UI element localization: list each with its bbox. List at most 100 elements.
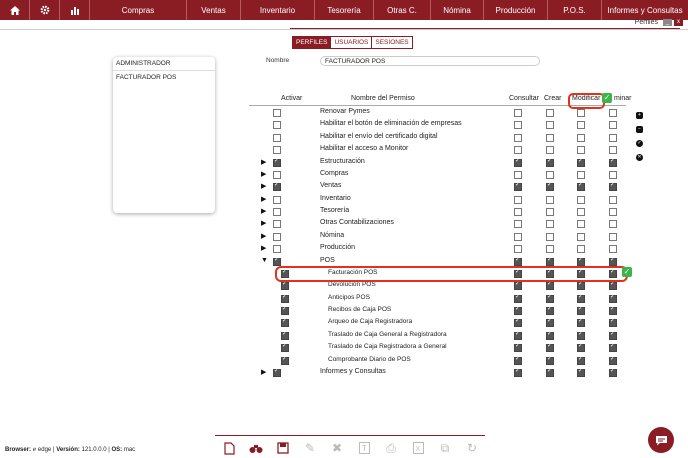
activar-checkbox[interactable] [273, 109, 281, 117]
consultar-checkbox[interactable] [514, 195, 522, 204]
activar-checkbox[interactable] [281, 317, 289, 328]
chevron-right-icon[interactable]: ▶ [261, 232, 266, 240]
activar-checkbox[interactable] [273, 256, 281, 266]
eliminar-checkbox[interactable] [609, 293, 617, 303]
activar-checkbox[interactable] [273, 195, 281, 204]
eliminar-checkbox[interactable] [609, 121, 617, 130]
consultar-checkbox[interactable] [514, 146, 522, 155]
consultar-checkbox[interactable] [514, 256, 522, 266]
modificar-checkbox[interactable] [577, 342, 585, 353]
activar-checkbox[interactable] [273, 157, 281, 167]
uncheck-all-icon[interactable]: ✕ [636, 154, 643, 161]
menu-inventario[interactable]: Inventario [241, 0, 315, 20]
activar-checkbox[interactable] [281, 355, 289, 365]
bar-chart-icon[interactable] [60, 0, 90, 20]
history-icon[interactable]: ↻ [463, 441, 481, 455]
consultar-checkbox[interactable] [514, 367, 522, 377]
modificar-checkbox[interactable] [577, 109, 585, 117]
modificar-checkbox[interactable] [577, 256, 585, 266]
consultar-checkbox[interactable] [514, 232, 522, 241]
chevron-right-icon[interactable]: ▶ [261, 170, 266, 178]
activar-checkbox[interactable] [273, 181, 281, 192]
eliminar-checkbox[interactable] [609, 355, 617, 365]
consultar-checkbox[interactable] [514, 157, 522, 167]
modificar-checkbox[interactable] [577, 367, 585, 377]
text-icon[interactable]: T [355, 441, 373, 455]
modificar-checkbox[interactable] [577, 208, 585, 217]
eliminar-checkbox[interactable] [609, 181, 617, 192]
check-all-icon[interactable]: ✓ [636, 140, 643, 147]
activar-checkbox[interactable] [273, 232, 281, 241]
menu-pos[interactable]: P.O.S. [548, 0, 602, 20]
tab-sesiones[interactable]: SESIONES [372, 37, 412, 48]
minimize-button[interactable]: _ [663, 19, 672, 26]
consultar-checkbox[interactable] [514, 305, 522, 316]
crear-checkbox[interactable] [546, 355, 554, 365]
activar-checkbox[interactable] [273, 170, 281, 179]
modificar-checkbox[interactable] [577, 355, 585, 365]
crear-checkbox[interactable] [546, 317, 554, 328]
eliminar-checkbox[interactable] [609, 133, 617, 142]
consultar-checkbox[interactable] [514, 317, 522, 328]
eliminar-checkbox[interactable] [609, 208, 617, 217]
modificar-checkbox[interactable] [577, 121, 585, 130]
consultar-checkbox[interactable] [514, 355, 522, 365]
activar-checkbox[interactable] [281, 280, 289, 291]
modificar-checkbox[interactable] [577, 317, 585, 328]
eliminar-checkbox[interactable] [609, 245, 617, 254]
tab-usuarios[interactable]: USUARIOS [331, 37, 373, 48]
eliminar-checkbox[interactable] [609, 256, 617, 266]
copy-icon[interactable]: ⧉ [436, 441, 454, 455]
profile-item-facturador[interactable]: FACTURADOR POS [113, 71, 215, 84]
eliminar-checkbox[interactable] [609, 232, 617, 241]
crear-checkbox[interactable] [546, 245, 554, 254]
activar-checkbox[interactable] [281, 293, 289, 303]
activar-checkbox[interactable] [273, 121, 281, 130]
crear-checkbox[interactable] [546, 157, 554, 167]
crear-checkbox[interactable] [546, 330, 554, 340]
modificar-checkbox[interactable] [577, 146, 585, 155]
consultar-checkbox[interactable] [514, 121, 522, 130]
consultar-checkbox[interactable] [514, 280, 522, 291]
save-icon[interactable] [274, 441, 292, 455]
activar-checkbox[interactable] [281, 330, 289, 340]
new-icon[interactable] [220, 441, 238, 455]
eliminar-checkbox[interactable] [609, 109, 617, 117]
consultar-checkbox[interactable] [514, 109, 522, 117]
modificar-checkbox[interactable] [577, 280, 585, 291]
crear-checkbox[interactable] [546, 170, 554, 179]
chevron-right-icon[interactable]: ▶ [261, 244, 266, 252]
eliminar-checkbox[interactable] [609, 317, 617, 328]
excel-icon[interactable]: X [409, 441, 427, 455]
print-icon[interactable]: ⎙ [382, 441, 400, 455]
modificar-checkbox[interactable] [577, 181, 585, 192]
activar-checkbox[interactable] [273, 220, 281, 229]
modificar-checkbox[interactable] [577, 170, 585, 179]
consultar-checkbox[interactable] [514, 181, 522, 192]
chevron-right-icon[interactable]: ▶ [261, 182, 266, 190]
crear-checkbox[interactable] [546, 109, 554, 117]
crear-checkbox[interactable] [546, 280, 554, 291]
activar-checkbox[interactable] [273, 146, 281, 155]
eliminar-checkbox[interactable] [609, 146, 617, 155]
activar-checkbox[interactable] [281, 305, 289, 316]
name-input[interactable]: FACTURADOR POS [320, 56, 540, 66]
crear-checkbox[interactable] [546, 146, 554, 155]
consultar-checkbox[interactable] [514, 342, 522, 353]
consultar-checkbox[interactable] [514, 330, 522, 340]
menu-otras[interactable]: Otras C. [374, 0, 431, 20]
expand-icon[interactable]: + [636, 112, 643, 119]
consultar-checkbox[interactable] [514, 220, 522, 229]
crear-checkbox[interactable] [546, 195, 554, 204]
menu-informes[interactable]: Informes y Consultas [602, 0, 688, 20]
crear-checkbox[interactable] [546, 293, 554, 303]
consultar-checkbox[interactable] [514, 133, 522, 142]
delete-icon[interactable]: ✖ [328, 441, 346, 455]
modificar-checkbox[interactable] [577, 305, 585, 316]
modificar-checkbox[interactable] [577, 220, 585, 229]
activar-checkbox[interactable] [273, 133, 281, 142]
eliminar-checkbox[interactable] [609, 157, 617, 167]
crear-checkbox[interactable] [546, 220, 554, 229]
eliminar-checkbox[interactable] [609, 330, 617, 340]
crear-checkbox[interactable] [546, 256, 554, 266]
